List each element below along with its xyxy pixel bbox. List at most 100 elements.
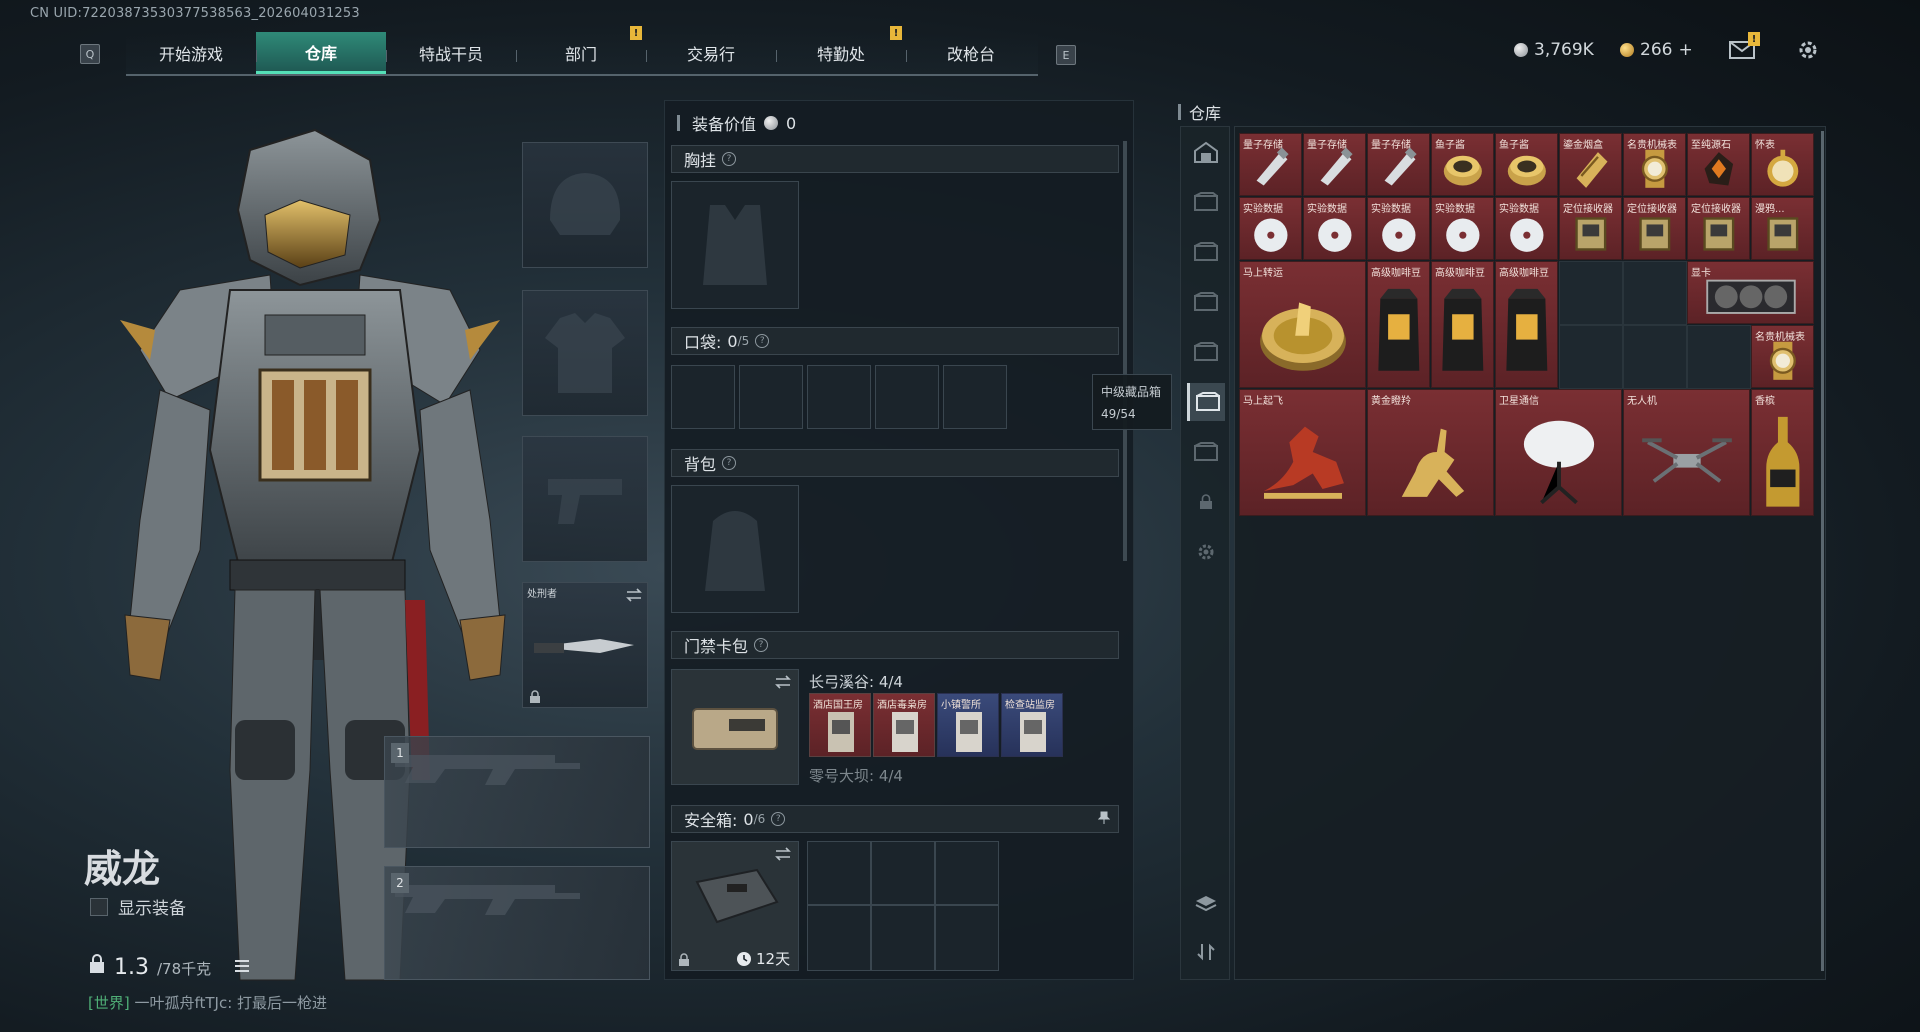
armor-slot[interactable] — [522, 290, 648, 416]
storage-tab-3[interactable] — [1187, 233, 1225, 271]
keycard-case-slot[interactable] — [671, 669, 799, 785]
warehouse-item[interactable]: 量子存储 — [1303, 133, 1366, 196]
disc-icon — [1372, 209, 1426, 257]
pistol-slot[interactable] — [522, 436, 648, 562]
pin-icon[interactable] — [1097, 810, 1111, 829]
primary-weapon-slot-2[interactable]: 2 — [384, 866, 650, 980]
warehouse-item[interactable]: 定位接收器 — [1687, 197, 1750, 260]
safe-box-label: 安全箱: — [684, 811, 738, 830]
keycard-item[interactable]: 检查站监房 — [1001, 693, 1063, 757]
warehouse-scrollbar[interactable] — [1821, 131, 1824, 971]
keycard-item[interactable]: 小镇警所 — [937, 693, 999, 757]
keycard-item[interactable]: 酒店毒枭房 — [873, 693, 935, 757]
warehouse-item[interactable]: 定位接收器 — [1559, 197, 1622, 260]
stack-items-button[interactable] — [1187, 885, 1225, 923]
keycard-item[interactable]: 酒店国王房 — [809, 693, 871, 757]
chest-rig-slot[interactable] — [671, 181, 799, 309]
warehouse-item[interactable]: 漫鸦... — [1751, 197, 1814, 260]
tab-operators[interactable]: 特战干员 — [386, 32, 516, 74]
empty-warehouse-cell[interactable] — [1687, 325, 1751, 389]
mail-button[interactable]: ! — [1728, 32, 1760, 62]
warehouse-item[interactable]: 无人机 — [1623, 389, 1750, 516]
warehouse-item[interactable]: 实验数据 — [1431, 197, 1494, 260]
help-icon[interactable]: ? — [722, 152, 737, 166]
storage-tab-extra[interactable] — [1187, 433, 1225, 471]
help-icon[interactable]: ? — [771, 812, 786, 826]
warehouse-item[interactable]: 鎏金烟盒 — [1559, 133, 1622, 196]
pocket-slot[interactable] — [739, 365, 803, 429]
safe-box-cell[interactable] — [871, 905, 935, 971]
help-icon[interactable]: ? — [755, 334, 770, 348]
loadout-scrollbar[interactable] — [1123, 141, 1127, 561]
warehouse-main-tab[interactable] — [1187, 133, 1225, 171]
warehouse-item[interactable]: 定位接收器 — [1623, 197, 1686, 260]
warehouse-item[interactable]: 香槟 — [1751, 389, 1814, 516]
warehouse-item[interactable]: 高级咖啡豆 — [1495, 261, 1558, 388]
empty-warehouse-cell[interactable] — [1559, 325, 1623, 389]
warehouse-item[interactable]: 实验数据 — [1495, 197, 1558, 260]
storage-tab-2[interactable] — [1187, 333, 1225, 371]
warehouse-item[interactable]: 马上起飞 — [1239, 389, 1366, 516]
tab-special-ops[interactable]: 特勤处! — [776, 26, 906, 74]
pocket-slot[interactable] — [875, 365, 939, 429]
primary-weapon-slot-1[interactable]: 1 — [384, 736, 650, 848]
next-tab-key[interactable]: E — [1056, 45, 1076, 65]
pocket-slot[interactable] — [807, 365, 871, 429]
warehouse-settings-tab[interactable] — [1187, 533, 1225, 571]
warehouse-item[interactable]: 黄金瞪羚 — [1367, 389, 1494, 516]
warehouse-item[interactable]: 量子存储 — [1239, 133, 1302, 196]
warehouse-item[interactable]: 名贵机械表 — [1623, 133, 1686, 196]
warehouse-item[interactable]: 卫星通信 — [1495, 389, 1622, 516]
silver-currency[interactable]: 3,769K — [1514, 40, 1594, 60]
warehouse-item[interactable]: 鱼子酱 — [1495, 133, 1558, 196]
tab-start-game[interactable]: 开始游戏 — [126, 32, 256, 74]
safe-box-cell[interactable] — [871, 841, 935, 905]
melee-slot[interactable]: 处刑者 — [522, 582, 648, 708]
warehouse-item[interactable]: 实验数据 — [1303, 197, 1366, 260]
warehouse-item[interactable]: 实验数据 — [1239, 197, 1302, 260]
tab-market[interactable]: 交易行 — [646, 32, 776, 74]
warehouse-item[interactable]: 名贵机械表 — [1751, 325, 1814, 388]
locked-tab[interactable] — [1187, 483, 1225, 521]
safe-box-cell[interactable] — [935, 841, 999, 905]
storage-tab-4[interactable] — [1187, 183, 1225, 221]
warehouse-item[interactable]: 显卡 — [1687, 261, 1814, 324]
warehouse-title-text: 仓库 — [1189, 104, 1222, 123]
storage-tab-3b[interactable] — [1187, 283, 1225, 321]
device-icon — [1692, 209, 1746, 257]
safe-box-cell[interactable] — [807, 905, 871, 971]
tab-gunsmith[interactable]: 改枪台 — [906, 32, 1036, 74]
tab-warehouse[interactable]: 仓库 — [256, 32, 386, 74]
warehouse-item[interactable]: 高级咖啡豆 — [1431, 261, 1494, 388]
settings-button[interactable] — [1794, 38, 1822, 62]
warehouse-item[interactable]: 马上转运 — [1239, 261, 1366, 388]
help-icon[interactable]: ? — [722, 456, 737, 470]
empty-warehouse-cell[interactable] — [1623, 325, 1687, 389]
help-icon[interactable]: ? — [754, 638, 769, 652]
empty-warehouse-cell[interactable] — [1559, 261, 1623, 325]
show-equipment-checkbox[interactable] — [90, 897, 108, 916]
tab-department[interactable]: 部门! — [516, 26, 646, 74]
warehouse-item[interactable]: 怀表 — [1751, 133, 1814, 196]
empty-warehouse-cell[interactable] — [1623, 261, 1687, 325]
pocket-slot[interactable] — [943, 365, 1007, 429]
safe-box-cell[interactable] — [935, 905, 999, 971]
backpack-slot[interactable] — [671, 485, 799, 613]
safe-box-cell[interactable] — [807, 841, 871, 905]
warehouse-item[interactable]: 量子存储 — [1367, 133, 1430, 196]
gold-currency[interactable]: 266 + — [1620, 40, 1693, 60]
safe-box-slot[interactable]: 12天 — [671, 841, 799, 971]
warehouse-item[interactable]: 鱼子酱 — [1431, 133, 1494, 196]
helmet-slot[interactable] — [522, 142, 648, 268]
show-equipment-toggle[interactable]: 显示装备 — [90, 894, 186, 919]
pocket-slot[interactable] — [671, 365, 735, 429]
prev-tab-key[interactable]: Q — [80, 44, 100, 64]
add-gold-button[interactable]: + — [1678, 40, 1692, 60]
warehouse-title: 仓库 — [1178, 100, 1221, 124]
collection-box-tab[interactable] — [1187, 383, 1225, 421]
warehouse-item[interactable]: 至纯源石 — [1687, 133, 1750, 196]
sort-button[interactable] — [1187, 933, 1225, 971]
warehouse-item[interactable]: 实验数据 — [1367, 197, 1430, 260]
warehouse-item[interactable]: 高级咖啡豆 — [1367, 261, 1430, 388]
world-chat-line[interactable]: [世界] 一叶孤舟ftTJc: 打最后一枪进 — [88, 992, 327, 1013]
